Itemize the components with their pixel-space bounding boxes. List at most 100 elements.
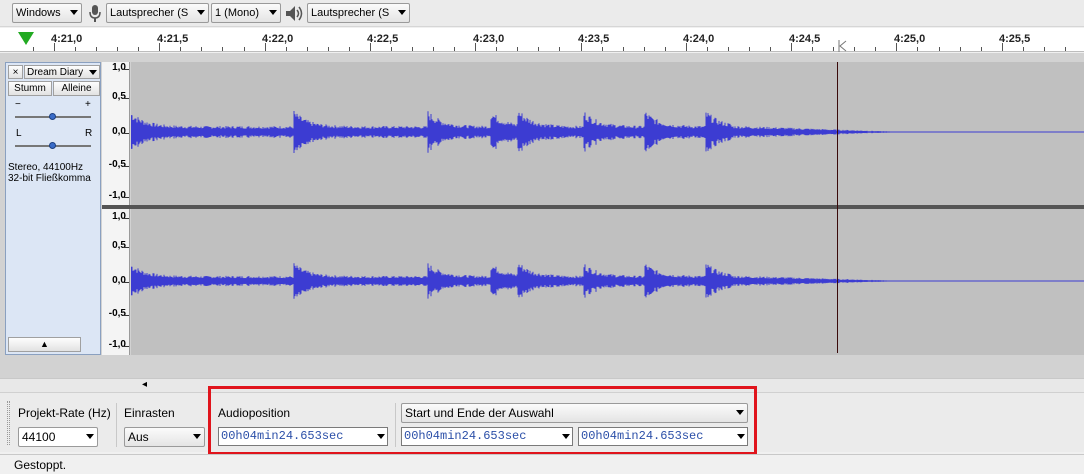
ruler-tick (123, 98, 129, 99)
ruler-tick (96, 47, 98, 51)
snap-label: Einrasten (124, 406, 175, 420)
selection-start-field[interactable]: 00h04min24.653sec (401, 427, 573, 446)
amplitude-label: 1,0 (112, 62, 126, 73)
gain-slider-knob[interactable] (49, 113, 56, 120)
amplitude-label: -0,5 (108, 159, 126, 170)
mute-button[interactable]: Stumm (8, 81, 52, 96)
ruler-tick (496, 47, 498, 51)
amplitude-label: -0,5 (108, 308, 126, 319)
ruler-tick (123, 315, 129, 316)
horizontal-scrollbar[interactable]: ◂ (0, 378, 1084, 392)
ruler-tick (1043, 47, 1045, 51)
track-control-panel[interactable]: × Dream Diary Stumm Alleine − + L R Ster… (5, 62, 101, 355)
vertical-ruler-right-channel: 1,0 0,5 0,0 -0,5 -1,0 (102, 209, 130, 355)
amplitude-label: 1,0 (112, 211, 126, 222)
hours-unit: h (235, 429, 243, 443)
playback-device-select[interactable]: Lautsprecher (S (307, 3, 410, 23)
ruler-tick (1001, 43, 1003, 51)
snap-select[interactable]: Aus (124, 427, 205, 447)
ruler-label: 4:25,0 (894, 33, 926, 45)
ruler-tick (812, 47, 814, 51)
pan-right-label: R (85, 128, 93, 139)
ruler-label: 4:23,0 (473, 33, 505, 45)
ruler-tick (123, 197, 129, 198)
ruler-tick (264, 43, 266, 51)
ruler-tick (748, 47, 750, 51)
ruler-tick (123, 166, 129, 167)
chevron-down-icon (70, 10, 78, 15)
playback-device-value: Lautsprecher (S (311, 7, 390, 19)
vertical-ruler-left-channel: 1,0 0,5 0,0 -0,5 -1,0 (102, 62, 130, 205)
ruler-label: 4:21,5 (157, 33, 189, 45)
ruler-tick (32, 47, 34, 51)
project-rate-value: 44100 (22, 430, 56, 444)
ruler-tick (433, 47, 435, 51)
ruler-tick (285, 47, 287, 51)
ruler-tick (348, 47, 350, 51)
ruler-tick (327, 47, 329, 51)
pan-left-label: L (16, 128, 22, 139)
scroll-left-arrow-icon[interactable]: ◂ (142, 379, 147, 390)
audio-host-select[interactable]: Windows (12, 3, 82, 23)
close-track-button[interactable]: × (8, 65, 23, 79)
hours-digits: 00 (581, 429, 596, 443)
edit-cursor-marker-icon (838, 40, 847, 52)
track-info: Stereo, 44100Hz 32-bit Fließkomma (8, 162, 91, 184)
ruler-tick (138, 47, 140, 51)
waveform-right-svg (130, 263, 1084, 299)
ruler-tick (580, 43, 582, 51)
selection-end-field[interactable]: 00h04min24.653sec (578, 427, 748, 446)
ruler-tick (938, 47, 940, 51)
ruler-tick (369, 43, 371, 51)
minutes-unit: min (257, 429, 279, 443)
ruler-label: 4:24,5 (789, 33, 821, 45)
ruler-tick (727, 47, 729, 51)
status-text: Gestoppt. (14, 458, 67, 472)
ruler-tick (917, 47, 919, 51)
timeline-ruler[interactable]: 4:21,0 4:21,5 4:22,0 4:22,5 4:23,0 4:23,… (0, 28, 1084, 52)
toolbar-divider (116, 403, 117, 447)
toolbar-grabber[interactable] (7, 401, 10, 445)
pan-slider-knob[interactable] (49, 142, 56, 149)
waveform-right-channel[interactable] (130, 209, 1084, 355)
ruler-tick (833, 47, 835, 51)
chevron-down-icon (86, 434, 94, 439)
selection-mode-select[interactable]: Start und Ende der Auswahl (401, 403, 748, 423)
track-menu-button[interactable]: Dream Diary (24, 65, 100, 79)
chevron-down-icon (197, 10, 205, 15)
ruler-tick (1064, 47, 1066, 51)
hours-digits: 00 (404, 429, 419, 443)
amplitude-label: -1,0 (108, 339, 126, 350)
audio-host-value: Windows (16, 7, 61, 19)
ruler-label: 4:21,0 (51, 33, 83, 45)
collapse-track-button[interactable]: ▲ (8, 337, 81, 352)
ruler-tick (854, 47, 856, 51)
ruler-tick (475, 43, 477, 51)
device-toolbar: Windows Lautsprecher (S 1 (Mono) Lautspr… (0, 0, 1084, 27)
play-indicator-icon[interactable] (18, 32, 34, 45)
ruler-tick (123, 69, 129, 70)
seconds-digits: 24.653 (461, 429, 505, 443)
project-rate-select[interactable]: 44100 (18, 427, 98, 447)
ruler-tick (180, 47, 182, 51)
ruler-tick (959, 47, 961, 51)
seconds-unit: sec (681, 429, 704, 443)
recording-channels-select[interactable]: 1 (Mono) (211, 3, 281, 23)
hours-unit: h (595, 429, 603, 443)
chevron-down-icon (193, 434, 201, 439)
audio-position-field[interactable]: 00h04min24.653sec (218, 427, 388, 446)
chevron-down-icon (562, 434, 570, 439)
amplitude-label: 0,0 (112, 126, 126, 137)
ruler-tick (601, 47, 603, 51)
ruler-tick (980, 47, 982, 51)
recording-device-select[interactable]: Lautsprecher (S (106, 3, 209, 23)
ruler-tick (559, 47, 561, 51)
ruler-label: 4:22,0 (262, 33, 294, 45)
solo-button[interactable]: Alleine (53, 81, 100, 96)
waveform-left-channel[interactable] (130, 62, 1084, 205)
ruler-label: 4:22,5 (367, 33, 399, 45)
selection-toolbar: Projekt-Rate (Hz) 44100 Einrasten Aus Au… (0, 392, 1084, 452)
ruler-label: 4:23,5 (578, 33, 610, 45)
toolbar-divider (395, 403, 396, 447)
ruler-tick (243, 47, 245, 51)
